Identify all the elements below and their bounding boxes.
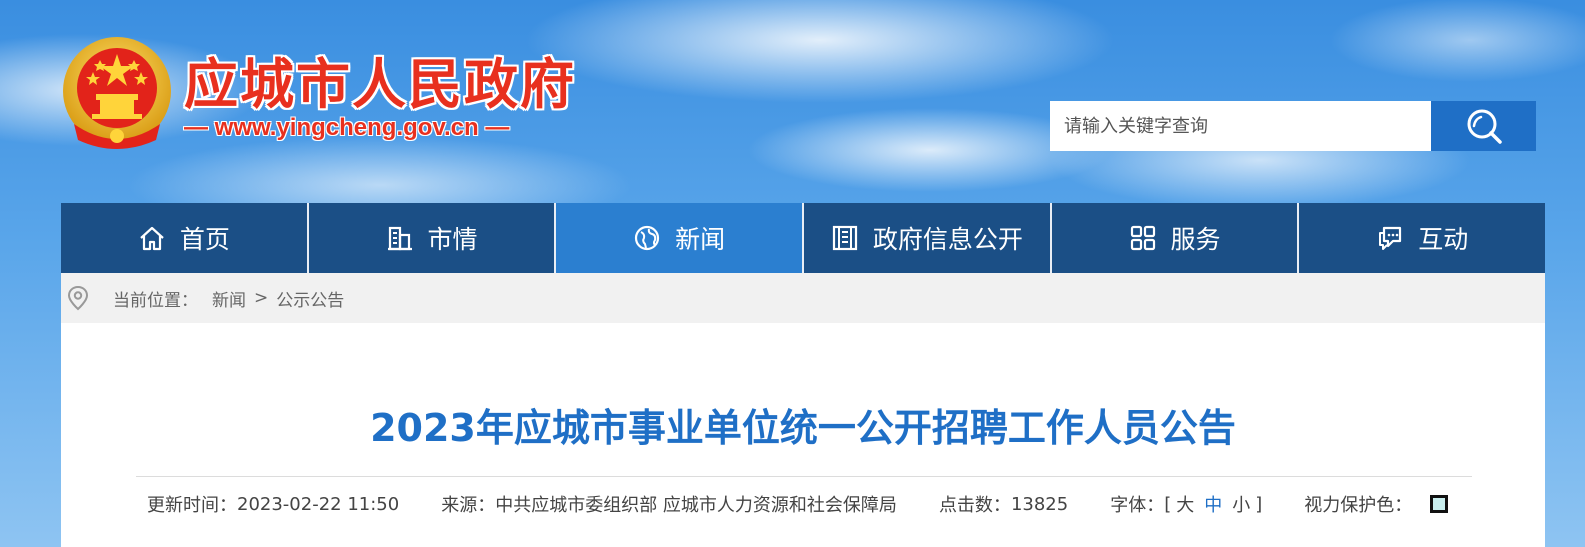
nav-item-gov-info[interactable]: 政府信息公开 — [804, 203, 1052, 273]
font-bracket-open: [ — [1164, 493, 1172, 515]
nav-item-label: 政府信息公开 — [872, 225, 1023, 254]
search-input[interactable] — [1050, 101, 1431, 151]
article-container: 2023年应城市事业单位统一公开招聘工作人员公告 更新时间： 2023-02-2… — [61, 323, 1545, 547]
breadcrumb-item-notice[interactable]: 公示公告 — [276, 286, 344, 311]
grid-icon — [1129, 224, 1157, 252]
breadcrumb-item-news[interactable]: 新闻 — [212, 286, 246, 311]
breadcrumb: 当前位置： 新闻 > 公示公告 — [61, 273, 1545, 323]
nav-item-label: 服务 — [1170, 225, 1221, 254]
nav-item-label: 新闻 — [675, 225, 726, 254]
nav-item-interaction[interactable]: 互动 — [1299, 203, 1545, 273]
nav-item-label: 互动 — [1418, 225, 1469, 254]
source-label: 来源： — [441, 495, 496, 516]
government-building-icon — [831, 224, 859, 252]
nav-item-city[interactable]: 市情 — [309, 203, 557, 273]
site-url: — www.yingcheng.gov.cn — — [184, 114, 510, 141]
breadcrumb-separator: > — [254, 288, 269, 308]
updated-label: 更新时间： — [147, 495, 237, 516]
home-icon — [138, 224, 166, 252]
font-size-label: 字体： — [1110, 495, 1165, 516]
search-icon — [1467, 109, 1502, 144]
breadcrumb-prefix: 当前位置： — [113, 290, 198, 311]
site-title: 应城市人民政府 — [184, 52, 576, 116]
source-value: 中共应城市委组织部 应城市人力资源和社会保障局 — [495, 495, 897, 516]
building-icon — [386, 224, 414, 252]
nav-item-label: 市情 — [427, 225, 478, 254]
clicks-label: 点击数： — [938, 495, 1011, 516]
title-divider — [136, 476, 1472, 477]
font-size-small[interactable]: 小 — [1232, 491, 1250, 517]
article-meta: 更新时间： 2023-02-22 11:50 来源： 中共应城市委组织部 应城市… — [147, 489, 1449, 519]
search-box — [1050, 101, 1536, 151]
globe-icon — [633, 224, 661, 252]
font-bracket-close: ] — [1255, 493, 1263, 515]
main-nav: 首页 市情 新闻 政府信息公开 服务 互动 — [61, 203, 1545, 273]
clicks-value: 13825 — [1010, 493, 1069, 515]
location-pin-icon — [67, 285, 89, 311]
nav-item-home[interactable]: 首页 — [61, 203, 309, 273]
chat-icon — [1376, 224, 1404, 252]
eye-protection-toggle[interactable] — [1430, 495, 1449, 513]
updated-value: 2023-02-22 11:50 — [237, 493, 400, 515]
eye-protection-label: 视力保护色： — [1304, 495, 1413, 516]
article-title: 2023年应城市事业单位统一公开招聘工作人员公告 — [370, 406, 1236, 450]
font-size-medium[interactable]: 中 — [1204, 491, 1222, 517]
nav-item-news[interactable]: 新闻 — [556, 203, 805, 273]
search-button[interactable] — [1431, 101, 1536, 151]
national-emblem-icon — [63, 37, 171, 149]
nav-item-label: 首页 — [179, 225, 230, 254]
font-size-large[interactable]: 大 — [1176, 491, 1194, 517]
nav-item-service[interactable]: 服务 — [1052, 203, 1300, 273]
